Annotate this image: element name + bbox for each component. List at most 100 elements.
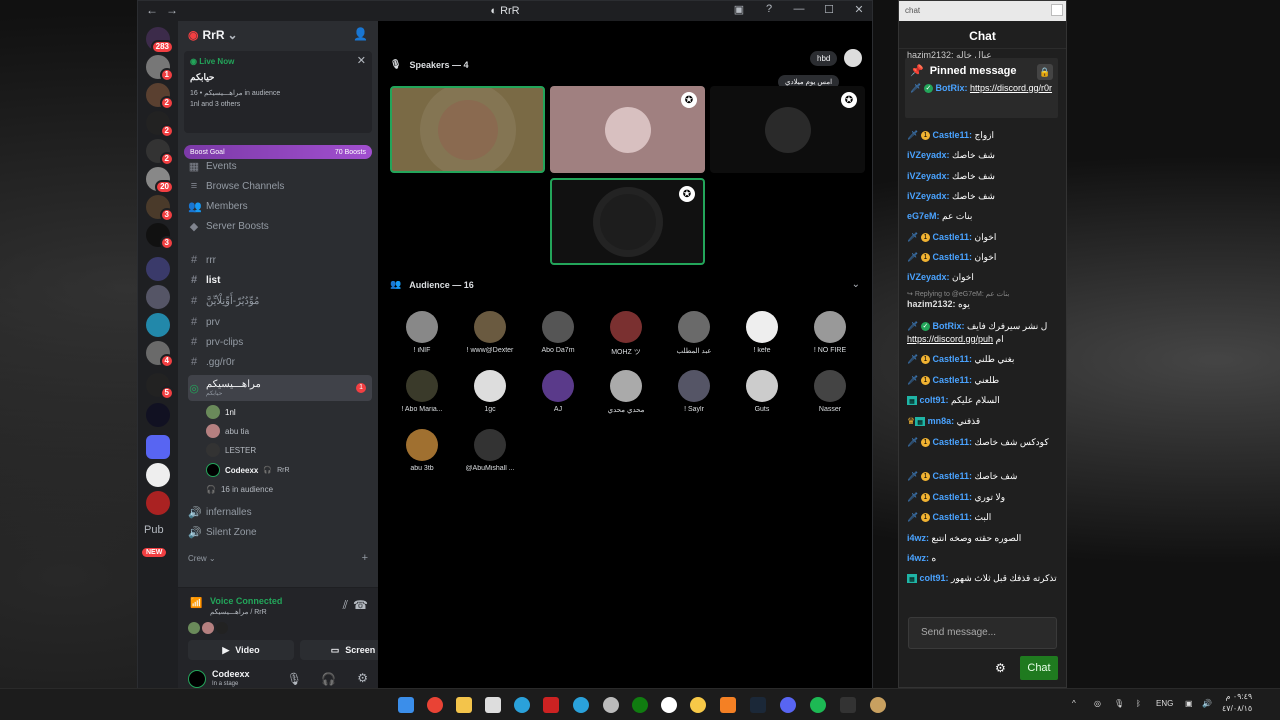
microphone-icon[interactable]: 🎙 <box>1114 699 1124 708</box>
close-button[interactable] <box>1051 4 1063 16</box>
audience-member[interactable]: Abo Da7m <box>524 311 592 354</box>
audience-member[interactable]: abu 3tb <box>388 429 456 472</box>
app-icon[interactable] <box>720 697 736 713</box>
menu-server-boosts[interactable]: ◆ Server Boosts <box>188 217 372 235</box>
volume-icon[interactable]: 🔊 <box>1202 699 1212 708</box>
server-icon[interactable]: 20 <box>146 167 174 194</box>
steam-icon[interactable] <box>603 697 619 713</box>
add-channel-icon[interactable]: + <box>362 552 368 564</box>
maximize-button[interactable]: ☐ <box>822 3 836 16</box>
stage-channel[interactable]: ◎ مراهـــيسيكم حيابكم 1 <box>188 375 372 401</box>
username[interactable]: Codeexx <box>212 669 250 679</box>
store-icon[interactable] <box>485 697 501 713</box>
chat-send-button[interactable]: Chat <box>1020 656 1058 680</box>
close-icon[interactable]: ✕ <box>357 54 366 67</box>
live-stage-card[interactable]: ◉ Live Now ✕ حيابكم مراهـــيسيكم • 16 in… <box>184 51 372 133</box>
channel-list[interactable]: # list <box>188 271 372 289</box>
speaker-tile[interactable] <box>390 86 545 173</box>
audience-member[interactable]: ! iNIF <box>388 311 456 354</box>
voice-user[interactable]: Codeexx 🎧 RrR <box>206 462 290 478</box>
server-label-pub[interactable]: Pub <box>144 524 164 536</box>
telegram-icon[interactable] <box>573 697 589 713</box>
avatar[interactable] <box>188 670 206 688</box>
menu-browse-channels[interactable]: ≡ Browse Channels <box>188 177 372 195</box>
inbox-icon[interactable]: ▣ <box>732 3 746 16</box>
audience-member[interactable]: MOHZ ツ <box>592 311 660 357</box>
server-icon[interactable]: 4 <box>146 341 174 368</box>
server-icon[interactable]: 2 <box>146 139 174 166</box>
gear-icon[interactable]: ⚙ <box>995 661 1006 675</box>
speaker-tile[interactable]: ✪ <box>550 178 705 265</box>
folder-icon[interactable] <box>146 435 170 459</box>
channel-prv[interactable]: # prv <box>188 313 372 331</box>
bluetooth-icon[interactable]: ᛒ <box>1136 699 1141 708</box>
windows-start-icon[interactable] <box>398 697 414 713</box>
audience-member[interactable]: 1gc <box>456 370 524 413</box>
app-icon[interactable] <box>840 697 856 713</box>
audience-member[interactable]: ! www@Dexter <box>456 311 524 354</box>
chat-link[interactable]: https://discord.gg/puh <box>907 334 993 344</box>
app-tray-icon[interactable]: ◎ <box>1094 699 1101 708</box>
help-icon[interactable]: ? <box>762 3 776 16</box>
channel-rrr[interactable]: # rrr <box>188 251 372 269</box>
chevron-up-icon[interactable]: ^ <box>1072 699 1076 708</box>
server-icon[interactable]: 3 <box>146 223 174 250</box>
app-icon[interactable] <box>870 697 886 713</box>
audience-member[interactable]: ! Abo Maria... <box>388 370 456 413</box>
steam-icon[interactable] <box>750 697 766 713</box>
speaker-tile[interactable]: ✪ <box>550 86 705 173</box>
menu-members[interactable]: 👥 Members <box>188 197 372 215</box>
audience-member[interactable]: ! Saylr <box>660 370 728 413</box>
add-member-icon[interactable]: 👤 <box>353 27 368 41</box>
audience-member[interactable]: AJ <box>524 370 592 413</box>
audience-member[interactable]: Guts <box>728 370 796 413</box>
close-button[interactable]: ✕ <box>852 3 866 16</box>
channel-prv-clips[interactable]: # prv-clips <box>188 333 372 351</box>
spotify-icon[interactable] <box>810 697 826 713</box>
discord-icon[interactable] <box>780 697 796 713</box>
noise-suppression-icon[interactable]: ⫽ <box>343 598 348 613</box>
audience-member[interactable]: عبد المطلب <box>660 311 728 355</box>
app-icon[interactable] <box>690 697 706 713</box>
headphones-icon[interactable]: 🎧 <box>321 672 336 686</box>
language-indicator[interactable]: ENG <box>1156 699 1173 708</box>
voice-channel-infernalles[interactable]: 🔊 infernalles <box>188 503 372 521</box>
file-explorer-icon[interactable] <box>456 697 472 713</box>
chrome-icon[interactable] <box>427 697 443 713</box>
network-icon[interactable]: ▣ <box>1185 699 1193 708</box>
audience-member[interactable]: ! NO FIRE <box>796 311 864 354</box>
channel-moderator-online[interactable]: # مُوِّدُيُرّ-أَوِّنِلْآيِّنَّ <box>188 292 372 310</box>
disconnect-icon[interactable]: ☎ <box>353 598 368 612</box>
server-icon[interactable] <box>146 403 170 427</box>
direct-messages-button[interactable]: 283 <box>146 27 174 54</box>
voice-user[interactable]: 1nl <box>206 404 236 420</box>
video-button[interactable]: ▶ Video <box>188 640 294 660</box>
send-message-input[interactable]: Send message... <box>908 617 1057 649</box>
voice-user[interactable]: LESTER <box>206 442 256 458</box>
audience-member[interactable]: محدي محدي <box>592 370 660 414</box>
voice-status[interactable]: Voice Connected <box>210 596 282 606</box>
pinned-link[interactable]: https://discord.gg/r0r <box>970 83 1052 93</box>
microphone-icon[interactable]: 🎙 <box>287 672 302 686</box>
server-icon[interactable] <box>146 313 170 337</box>
telegram-icon[interactable] <box>514 697 530 713</box>
audience-member[interactable]: Nasser <box>796 370 864 413</box>
category-crew[interactable]: Crew ⌄ <box>188 554 216 563</box>
app-icon[interactable] <box>661 697 677 713</box>
server-icon[interactable]: 2 <box>146 83 174 110</box>
voice-channel-path[interactable]: مراهـــيسيكم / RrR <box>210 608 267 616</box>
clock[interactable]: ٠٩:٤٩ م ٤٧/٠٨/١٥ <box>1222 691 1252 715</box>
audience-count-row[interactable]: 🎧 16 in audience <box>206 481 273 497</box>
app-icon[interactable] <box>543 697 559 713</box>
pinned-message[interactable]: 📌 Pinned message 🔒 🗡 ✓ BotRix: https://di… <box>905 58 1058 118</box>
server-header[interactable]: ◉ RrR ⌄ 👤 <box>178 21 378 49</box>
gear-icon[interactable]: ⚙ <box>357 671 368 685</box>
lock-icon[interactable]: 🔒 <box>1037 64 1053 80</box>
voice-user[interactable]: abu tia <box>206 423 249 439</box>
server-icon[interactable]: 1 <box>146 55 174 82</box>
server-icon[interactable]: 5 <box>146 373 174 400</box>
server-icon[interactable]: 2 <box>146 111 174 138</box>
voice-channel-silent-zone[interactable]: 🔊 Silent Zone <box>188 523 372 541</box>
menu-events[interactable]: ▦ Events <box>188 157 372 175</box>
server-icon[interactable] <box>146 285 170 309</box>
